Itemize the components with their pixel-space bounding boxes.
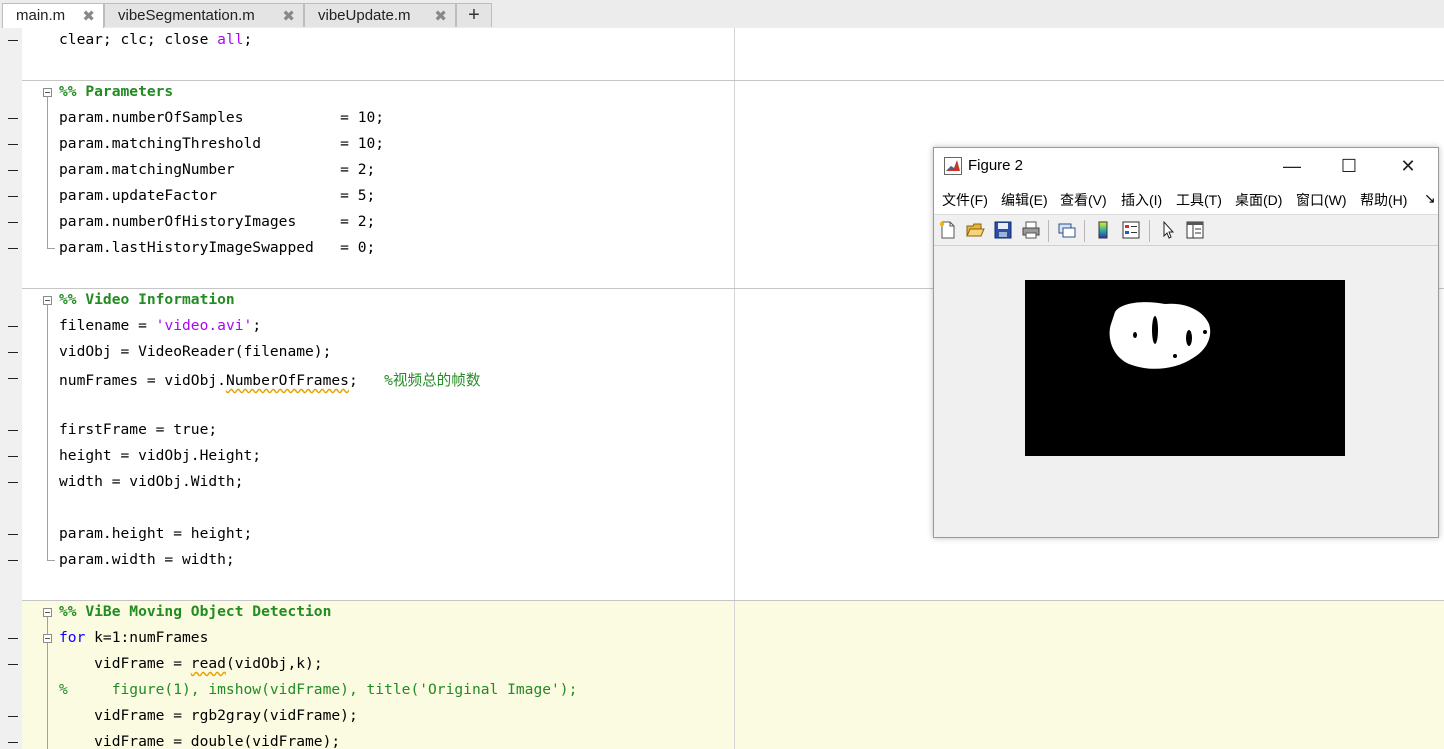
new-figure-icon[interactable] <box>938 220 958 240</box>
save-icon[interactable] <box>993 220 1013 240</box>
breakpoint-marker[interactable] <box>8 638 18 639</box>
code-line[interactable]: param.numberOfSamples = 10; <box>0 106 1444 132</box>
matlab-logo-icon <box>944 157 962 175</box>
print-icon[interactable] <box>1021 220 1041 240</box>
code-line[interactable]: vidFrame = read(vidObj,k); <box>0 652 1444 678</box>
breakpoint-marker[interactable] <box>8 352 18 353</box>
code-analyzer-warning[interactable]: NumberOfFrames <box>226 372 349 389</box>
figure-menu-bar: 文件(F) 编辑(E) 查看(V) 插入(I) 工具(T) 桌面(D) 窗口(W… <box>934 184 1438 214</box>
close-tab-icon[interactable]: ✖ <box>82 7 95 25</box>
section-title: %% Parameters <box>59 83 173 100</box>
breakpoint-marker[interactable] <box>8 560 18 561</box>
tab-main-m[interactable]: main.m ✖ <box>2 3 104 29</box>
close-tab-icon[interactable]: ✖ <box>434 7 447 25</box>
breakpoint-marker[interactable] <box>8 144 18 145</box>
menu-edit[interactable]: 编辑(E) <box>1001 190 1048 210</box>
figure-toolbar <box>934 214 1438 246</box>
tab-label: main.m <box>16 7 65 24</box>
code-line[interactable]: %% ViBe Moving Object Detection <box>0 600 1444 626</box>
open-file-icon[interactable] <box>965 220 985 240</box>
tab-label: vibeUpdate.m <box>318 7 411 24</box>
menu-insert[interactable]: 插入(I) <box>1121 190 1162 210</box>
toolbar-separator <box>1048 220 1049 242</box>
breakpoint-marker[interactable] <box>8 456 18 457</box>
menu-help[interactable]: 帮助(H) <box>1360 190 1407 210</box>
toolbar-separator <box>1084 220 1085 242</box>
menu-view[interactable]: 查看(V) <box>1060 190 1107 210</box>
code-line[interactable]: % figure(1), imshow(vidFrame), title('Or… <box>0 678 1444 704</box>
close-tab-icon[interactable]: ✖ <box>282 7 295 25</box>
legend-icon[interactable] <box>1121 220 1141 240</box>
figure-title: Figure 2 <box>968 157 1023 174</box>
code-line[interactable]: vidFrame = rgb2gray(vidFrame); <box>0 704 1444 730</box>
segmentation-mask-image <box>1025 280 1345 456</box>
tab-vibeupdate-m[interactable]: vibeUpdate.m ✖ <box>304 3 456 27</box>
code-analyzer-warning[interactable]: read <box>191 655 226 672</box>
breakpoint-marker[interactable] <box>8 664 18 665</box>
menu-desktop[interactable]: 桌面(D) <box>1235 190 1282 210</box>
code-line[interactable]: vidFrame = double(vidFrame); <box>0 730 1444 749</box>
breakpoint-marker[interactable] <box>8 40 18 41</box>
menu-tools[interactable]: 工具(T) <box>1176 190 1222 210</box>
editor-tab-bar: main.m ✖ vibeSegmentation.m ✖ vibeUpdate… <box>0 0 1444 29</box>
code-line[interactable]: param.width = width; <box>0 548 1444 574</box>
breakpoint-marker[interactable] <box>8 716 18 717</box>
menu-overflow-icon[interactable]: ↘ <box>1424 190 1436 207</box>
code-line[interactable]: %% Parameters <box>0 80 1444 106</box>
breakpoint-marker[interactable] <box>8 222 18 223</box>
figure-window[interactable]: Figure 2 — ☐ ✕ 文件(F) 编辑(E) 查看(V) 插入(I) 工… <box>933 147 1439 538</box>
figure-canvas[interactable] <box>934 246 1438 537</box>
close-window-button[interactable]: ✕ <box>1388 154 1428 178</box>
property-inspector-icon[interactable] <box>1185 220 1205 240</box>
tab-label: vibeSegmentation.m <box>118 7 255 24</box>
code-line[interactable]: for k=1:numFrames <box>0 626 1444 652</box>
breakpoint-marker[interactable] <box>8 430 18 431</box>
colorbar-icon[interactable] <box>1093 220 1113 240</box>
toolbar-separator <box>1149 220 1150 242</box>
breakpoint-marker[interactable] <box>8 742 18 743</box>
edit-plot-cursor-icon[interactable] <box>1158 220 1178 240</box>
breakpoint-marker[interactable] <box>8 482 18 483</box>
breakpoint-marker[interactable] <box>8 378 18 379</box>
breakpoint-marker[interactable] <box>8 196 18 197</box>
section-title: %% ViBe Moving Object Detection <box>59 603 331 620</box>
breakpoint-marker[interactable] <box>8 118 18 119</box>
link-icon[interactable] <box>1057 220 1077 240</box>
minimize-button[interactable]: — <box>1272 154 1312 178</box>
breakpoint-marker[interactable] <box>8 248 18 249</box>
breakpoint-marker[interactable] <box>8 326 18 327</box>
breakpoint-marker[interactable] <box>8 534 18 535</box>
menu-window[interactable]: 窗口(W) <box>1296 190 1347 210</box>
new-tab-button[interactable]: + <box>456 3 492 27</box>
figure-title-bar[interactable]: Figure 2 — ☐ ✕ <box>934 148 1438 184</box>
maximize-button[interactable]: ☐ <box>1329 154 1369 178</box>
menu-file[interactable]: 文件(F) <box>942 190 988 210</box>
breakpoint-marker[interactable] <box>8 170 18 171</box>
code-line[interactable]: clear; clc; close all; <box>0 28 1444 54</box>
section-title: %% Video Information <box>59 291 235 308</box>
tab-vibesegmentation-m[interactable]: vibeSegmentation.m ✖ <box>104 3 304 27</box>
